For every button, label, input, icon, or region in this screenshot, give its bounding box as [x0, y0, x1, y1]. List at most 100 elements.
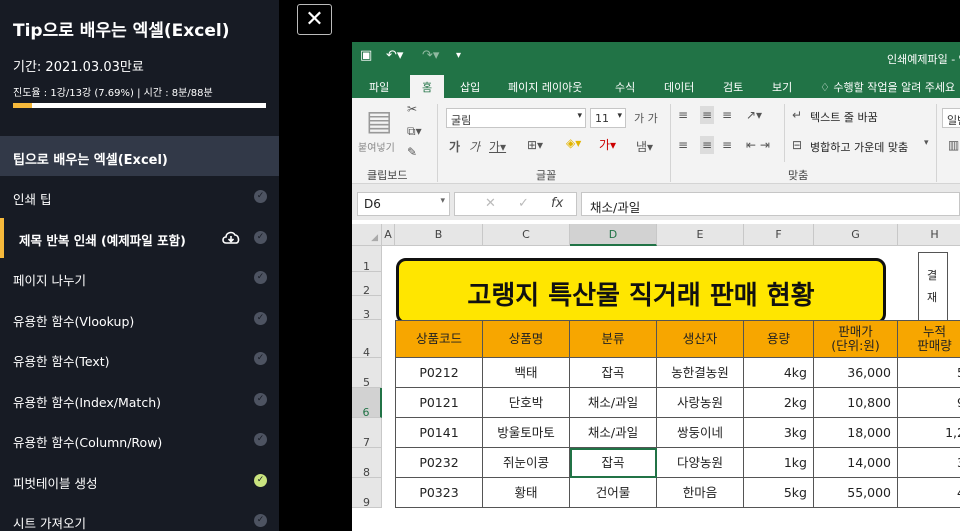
- table-cell[interactable]: P0212: [395, 358, 483, 388]
- table-cell[interactable]: 한마음: [657, 478, 744, 508]
- chevron-down-icon[interactable]: ▾: [924, 138, 929, 148]
- copy-icon[interactable]: ⧉▾: [407, 124, 422, 139]
- save-icon[interactable]: ▣: [360, 48, 372, 63]
- formula-input[interactable]: 채소/과일: [581, 192, 960, 216]
- header-cell[interactable]: 분류: [570, 320, 657, 358]
- align-left-icon[interactable]: ≡: [678, 138, 688, 152]
- align-middle-icon[interactable]: ≡: [700, 106, 715, 124]
- tab-formulas[interactable]: 수식: [615, 79, 635, 95]
- table-cell[interactable]: 4: [898, 478, 960, 508]
- table-cell[interactable]: 사랑농원: [657, 388, 744, 418]
- table-cell[interactable]: 2kg: [744, 388, 814, 418]
- customize-qat-icon[interactable]: ▾: [456, 50, 461, 61]
- download-icon[interactable]: [221, 230, 241, 245]
- table-cell[interactable]: 1kg: [744, 448, 814, 478]
- table-cell[interactable]: 잡곡: [570, 358, 657, 388]
- lesson-item[interactable]: 인쇄 팁 ✓: [0, 177, 279, 217]
- tab-file[interactable]: 파일: [369, 79, 389, 95]
- row-header-6[interactable]: 6: [352, 388, 382, 419]
- table-cell[interactable]: 9: [898, 388, 960, 418]
- table-cell[interactable]: 단호박: [483, 388, 570, 418]
- tab-review[interactable]: 검토: [723, 79, 743, 95]
- align-bottom-icon[interactable]: ≡: [722, 108, 732, 122]
- indent-icon[interactable]: ⇤ ⇥: [746, 138, 770, 152]
- worksheet-grid[interactable]: ◢ ABCDEFGH 123456789 고랭지 특산물 직거래 판매 현황 결…: [352, 224, 960, 531]
- table-cell[interactable]: 다양농원: [657, 448, 744, 478]
- table-cell[interactable]: 5: [898, 358, 960, 388]
- number-format-select[interactable]: 일반: [942, 108, 960, 128]
- table-cell[interactable]: 쥐눈이콩: [483, 448, 570, 478]
- font-color-icon[interactable]: 가▾: [599, 136, 616, 153]
- merge-center-button[interactable]: 병합하고 가운데 맞춤: [810, 139, 908, 155]
- row-header-9[interactable]: 9: [352, 478, 382, 509]
- redo-icon[interactable]: ↷▾: [422, 48, 439, 63]
- align-right-icon[interactable]: ≡: [722, 138, 732, 152]
- header-cell[interactable]: 누적 판매량: [898, 320, 960, 358]
- tab-data[interactable]: 데이터: [664, 79, 694, 95]
- lesson-item[interactable]: 피벗테이블 생성 ✓: [0, 461, 279, 501]
- column-header-b[interactable]: B: [395, 224, 483, 246]
- grow-font-icon[interactable]: 가 가: [634, 110, 658, 126]
- border-icon[interactable]: ⊞▾: [527, 138, 543, 152]
- row-header-8[interactable]: 8: [352, 448, 382, 479]
- currency-icon[interactable]: ▥: [948, 138, 959, 152]
- row-header-1[interactable]: 1: [352, 246, 382, 273]
- header-cell[interactable]: 용량: [744, 320, 814, 358]
- row-header-4[interactable]: 4: [352, 320, 382, 359]
- font-size-select[interactable]: 11 ▾: [590, 108, 626, 128]
- tell-me-box[interactable]: ♢ 수행할 작업을 알려 주세요: [820, 79, 955, 95]
- orientation-icon[interactable]: ↗▾: [746, 108, 762, 122]
- section-header[interactable]: 팁으로 배우는 엑셀(Excel): [0, 136, 279, 176]
- column-header-f[interactable]: F: [744, 224, 814, 246]
- table-cell[interactable]: 쌍둥이네: [657, 418, 744, 448]
- table-cell[interactable]: P0141: [395, 418, 483, 448]
- table-cell[interactable]: P0121: [395, 388, 483, 418]
- bold-icon[interactable]: 가: [449, 138, 460, 155]
- table-cell[interactable]: 1,2: [898, 418, 960, 448]
- column-header-g[interactable]: G: [814, 224, 898, 246]
- column-header-a[interactable]: A: [382, 224, 395, 246]
- table-cell[interactable]: 5kg: [744, 478, 814, 508]
- header-cell[interactable]: 생산자: [657, 320, 744, 358]
- row-header-3[interactable]: 3: [352, 296, 382, 321]
- row-header-7[interactable]: 7: [352, 418, 382, 449]
- table-cell[interactable]: 3kg: [744, 418, 814, 448]
- lesson-item[interactable]: 제목 반복 인쇄 (예제파일 포함) ✓: [0, 217, 279, 258]
- merge-center-icon[interactable]: ⊟: [792, 138, 802, 152]
- tab-home[interactable]: 홈: [410, 75, 444, 98]
- table-cell[interactable]: 18,000: [814, 418, 898, 448]
- wrap-text-icon[interactable]: ↵: [792, 108, 802, 122]
- select-all-button[interactable]: ◢: [352, 224, 382, 246]
- lesson-item[interactable]: 유용한 함수(Text) ✓: [0, 339, 279, 379]
- cut-icon[interactable]: ✂: [407, 102, 417, 116]
- tab-view[interactable]: 보기: [772, 79, 792, 95]
- table-cell[interactable]: 10,800: [814, 388, 898, 418]
- wrap-text-button[interactable]: 텍스트 줄 바꿈: [810, 109, 878, 125]
- column-header-c[interactable]: C: [483, 224, 570, 246]
- align-center-icon[interactable]: ≡: [700, 136, 715, 154]
- format-painter-icon[interactable]: ✎: [407, 145, 417, 159]
- paste-icon[interactable]: ▤: [366, 104, 392, 137]
- tab-insert[interactable]: 삽입: [460, 79, 480, 95]
- cancel-icon[interactable]: ✕: [485, 196, 496, 211]
- table-cell[interactable]: 농한결농원: [657, 358, 744, 388]
- column-header-e[interactable]: E: [657, 224, 744, 246]
- table-cell[interactable]: P0323: [395, 478, 483, 508]
- enter-icon[interactable]: ✓: [518, 196, 529, 211]
- underline-icon[interactable]: 가▾: [489, 138, 506, 155]
- table-cell[interactable]: 잡곡: [570, 448, 657, 478]
- table-cell[interactable]: 채소/과일: [570, 388, 657, 418]
- undo-icon[interactable]: ↶▾: [386, 48, 403, 63]
- table-cell[interactable]: 채소/과일: [570, 418, 657, 448]
- table-cell[interactable]: 36,000: [814, 358, 898, 388]
- italic-icon[interactable]: 가: [469, 138, 480, 155]
- table-cell[interactable]: 14,000: [814, 448, 898, 478]
- tab-page-layout[interactable]: 페이지 레이아웃: [508, 79, 582, 95]
- align-top-icon[interactable]: ≡: [678, 108, 688, 122]
- lesson-item[interactable]: 유용한 함수(Index/Match) ✓: [0, 380, 279, 420]
- table-cell[interactable]: P0232: [395, 448, 483, 478]
- column-header-h[interactable]: H: [898, 224, 960, 246]
- lesson-item[interactable]: 유용한 함수(Vlookup) ✓: [0, 299, 279, 339]
- header-cell[interactable]: 상품코드: [395, 320, 483, 358]
- fill-color-icon[interactable]: ◈▾: [566, 136, 581, 150]
